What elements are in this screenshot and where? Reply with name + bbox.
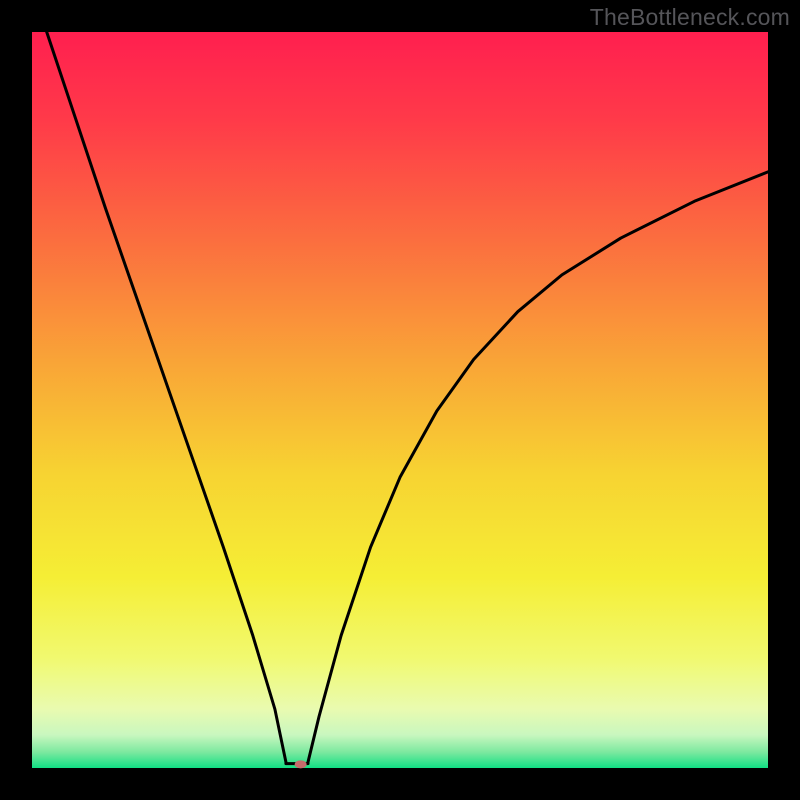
watermark-text: TheBottleneck.com xyxy=(590,4,790,31)
gradient-background xyxy=(32,32,768,768)
chart-frame: TheBottleneck.com xyxy=(0,0,800,800)
bottleneck-chart xyxy=(0,0,800,800)
optimum-marker xyxy=(295,760,307,768)
